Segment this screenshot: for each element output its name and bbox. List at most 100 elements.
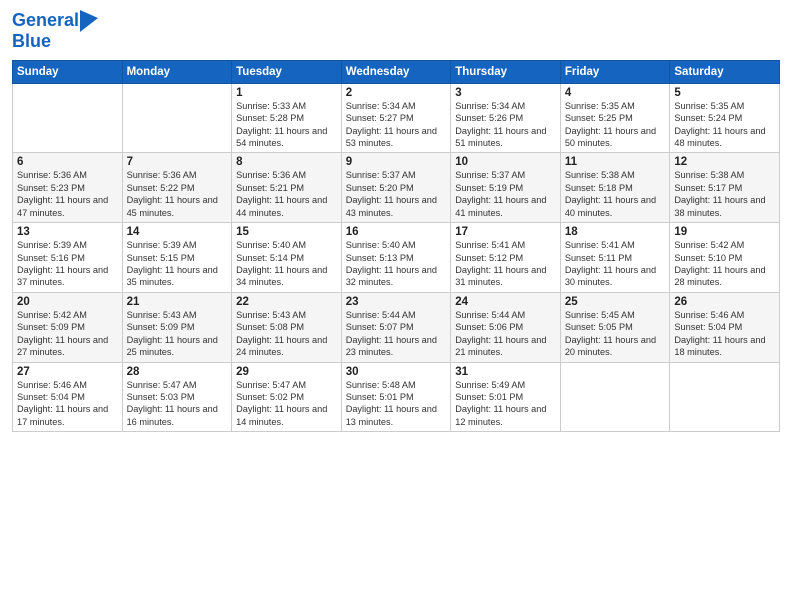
calendar-cell: 1Sunrise: 5:33 AM Sunset: 5:28 PM Daylig… bbox=[232, 83, 342, 153]
day-info: Sunrise: 5:42 AM Sunset: 5:10 PM Dayligh… bbox=[674, 239, 775, 289]
week-row-1: 1Sunrise: 5:33 AM Sunset: 5:28 PM Daylig… bbox=[13, 83, 780, 153]
header: General Blue bbox=[12, 10, 780, 52]
logo-text2: Blue bbox=[12, 32, 98, 52]
day-info: Sunrise: 5:47 AM Sunset: 5:02 PM Dayligh… bbox=[236, 379, 337, 429]
day-info: Sunrise: 5:36 AM Sunset: 5:23 PM Dayligh… bbox=[17, 169, 118, 219]
day-info: Sunrise: 5:44 AM Sunset: 5:07 PM Dayligh… bbox=[346, 309, 447, 359]
calendar-cell: 26Sunrise: 5:46 AM Sunset: 5:04 PM Dayli… bbox=[670, 292, 780, 362]
day-number: 14 bbox=[127, 226, 228, 238]
day-info: Sunrise: 5:46 AM Sunset: 5:04 PM Dayligh… bbox=[17, 379, 118, 429]
day-number: 30 bbox=[346, 366, 447, 378]
day-number: 5 bbox=[674, 87, 775, 99]
calendar-cell: 25Sunrise: 5:45 AM Sunset: 5:05 PM Dayli… bbox=[560, 292, 670, 362]
day-info: Sunrise: 5:41 AM Sunset: 5:12 PM Dayligh… bbox=[455, 239, 556, 289]
calendar-cell: 17Sunrise: 5:41 AM Sunset: 5:12 PM Dayli… bbox=[451, 223, 561, 293]
day-info: Sunrise: 5:34 AM Sunset: 5:26 PM Dayligh… bbox=[455, 100, 556, 150]
day-number: 13 bbox=[17, 226, 118, 238]
day-number: 6 bbox=[17, 156, 118, 168]
day-info: Sunrise: 5:35 AM Sunset: 5:24 PM Dayligh… bbox=[674, 100, 775, 150]
day-number: 16 bbox=[346, 226, 447, 238]
logo-icon bbox=[80, 10, 98, 32]
day-number: 9 bbox=[346, 156, 447, 168]
weekday-header-thursday: Thursday bbox=[451, 60, 561, 83]
day-number: 23 bbox=[346, 296, 447, 308]
day-info: Sunrise: 5:47 AM Sunset: 5:03 PM Dayligh… bbox=[127, 379, 228, 429]
day-number: 17 bbox=[455, 226, 556, 238]
weekday-header-row: SundayMondayTuesdayWednesdayThursdayFrid… bbox=[13, 60, 780, 83]
day-number: 11 bbox=[565, 156, 666, 168]
day-number: 22 bbox=[236, 296, 337, 308]
calendar-cell: 8Sunrise: 5:36 AM Sunset: 5:21 PM Daylig… bbox=[232, 153, 342, 223]
day-number: 15 bbox=[236, 226, 337, 238]
day-info: Sunrise: 5:46 AM Sunset: 5:04 PM Dayligh… bbox=[674, 309, 775, 359]
weekday-header-sunday: Sunday bbox=[13, 60, 123, 83]
calendar-cell: 13Sunrise: 5:39 AM Sunset: 5:16 PM Dayli… bbox=[13, 223, 123, 293]
calendar-cell: 19Sunrise: 5:42 AM Sunset: 5:10 PM Dayli… bbox=[670, 223, 780, 293]
day-number: 18 bbox=[565, 226, 666, 238]
calendar-cell bbox=[670, 362, 780, 432]
day-info: Sunrise: 5:42 AM Sunset: 5:09 PM Dayligh… bbox=[17, 309, 118, 359]
calendar-cell: 9Sunrise: 5:37 AM Sunset: 5:20 PM Daylig… bbox=[341, 153, 451, 223]
calendar-cell: 29Sunrise: 5:47 AM Sunset: 5:02 PM Dayli… bbox=[232, 362, 342, 432]
day-info: Sunrise: 5:44 AM Sunset: 5:06 PM Dayligh… bbox=[455, 309, 556, 359]
calendar-cell: 14Sunrise: 5:39 AM Sunset: 5:15 PM Dayli… bbox=[122, 223, 232, 293]
day-number: 31 bbox=[455, 366, 556, 378]
day-number: 12 bbox=[674, 156, 775, 168]
day-info: Sunrise: 5:48 AM Sunset: 5:01 PM Dayligh… bbox=[346, 379, 447, 429]
calendar-cell: 21Sunrise: 5:43 AM Sunset: 5:09 PM Dayli… bbox=[122, 292, 232, 362]
weekday-header-monday: Monday bbox=[122, 60, 232, 83]
day-number: 8 bbox=[236, 156, 337, 168]
day-number: 21 bbox=[127, 296, 228, 308]
day-number: 4 bbox=[565, 87, 666, 99]
calendar-cell: 20Sunrise: 5:42 AM Sunset: 5:09 PM Dayli… bbox=[13, 292, 123, 362]
day-info: Sunrise: 5:38 AM Sunset: 5:18 PM Dayligh… bbox=[565, 169, 666, 219]
calendar-cell bbox=[560, 362, 670, 432]
day-info: Sunrise: 5:33 AM Sunset: 5:28 PM Dayligh… bbox=[236, 100, 337, 150]
calendar-cell: 27Sunrise: 5:46 AM Sunset: 5:04 PM Dayli… bbox=[13, 362, 123, 432]
day-number: 25 bbox=[565, 296, 666, 308]
weekday-header-saturday: Saturday bbox=[670, 60, 780, 83]
week-row-2: 6Sunrise: 5:36 AM Sunset: 5:23 PM Daylig… bbox=[13, 153, 780, 223]
day-info: Sunrise: 5:49 AM Sunset: 5:01 PM Dayligh… bbox=[455, 379, 556, 429]
day-number: 10 bbox=[455, 156, 556, 168]
calendar-cell: 23Sunrise: 5:44 AM Sunset: 5:07 PM Dayli… bbox=[341, 292, 451, 362]
calendar-cell: 31Sunrise: 5:49 AM Sunset: 5:01 PM Dayli… bbox=[451, 362, 561, 432]
calendar-cell bbox=[13, 83, 123, 153]
week-row-4: 20Sunrise: 5:42 AM Sunset: 5:09 PM Dayli… bbox=[13, 292, 780, 362]
day-info: Sunrise: 5:40 AM Sunset: 5:14 PM Dayligh… bbox=[236, 239, 337, 289]
day-info: Sunrise: 5:39 AM Sunset: 5:16 PM Dayligh… bbox=[17, 239, 118, 289]
calendar-cell: 16Sunrise: 5:40 AM Sunset: 5:13 PM Dayli… bbox=[341, 223, 451, 293]
day-info: Sunrise: 5:38 AM Sunset: 5:17 PM Dayligh… bbox=[674, 169, 775, 219]
day-info: Sunrise: 5:40 AM Sunset: 5:13 PM Dayligh… bbox=[346, 239, 447, 289]
calendar-cell: 30Sunrise: 5:48 AM Sunset: 5:01 PM Dayli… bbox=[341, 362, 451, 432]
calendar-cell: 28Sunrise: 5:47 AM Sunset: 5:03 PM Dayli… bbox=[122, 362, 232, 432]
day-number: 20 bbox=[17, 296, 118, 308]
day-info: Sunrise: 5:43 AM Sunset: 5:08 PM Dayligh… bbox=[236, 309, 337, 359]
day-number: 1 bbox=[236, 87, 337, 99]
day-number: 3 bbox=[455, 87, 556, 99]
calendar-cell: 11Sunrise: 5:38 AM Sunset: 5:18 PM Dayli… bbox=[560, 153, 670, 223]
day-info: Sunrise: 5:45 AM Sunset: 5:05 PM Dayligh… bbox=[565, 309, 666, 359]
calendar-cell: 3Sunrise: 5:34 AM Sunset: 5:26 PM Daylig… bbox=[451, 83, 561, 153]
calendar-cell: 7Sunrise: 5:36 AM Sunset: 5:22 PM Daylig… bbox=[122, 153, 232, 223]
logo: General Blue bbox=[12, 10, 98, 52]
day-number: 27 bbox=[17, 366, 118, 378]
calendar-cell: 24Sunrise: 5:44 AM Sunset: 5:06 PM Dayli… bbox=[451, 292, 561, 362]
day-number: 24 bbox=[455, 296, 556, 308]
day-number: 29 bbox=[236, 366, 337, 378]
calendar-cell: 4Sunrise: 5:35 AM Sunset: 5:25 PM Daylig… bbox=[560, 83, 670, 153]
weekday-header-wednesday: Wednesday bbox=[341, 60, 451, 83]
week-row-5: 27Sunrise: 5:46 AM Sunset: 5:04 PM Dayli… bbox=[13, 362, 780, 432]
calendar-cell: 2Sunrise: 5:34 AM Sunset: 5:27 PM Daylig… bbox=[341, 83, 451, 153]
day-number: 19 bbox=[674, 226, 775, 238]
day-info: Sunrise: 5:39 AM Sunset: 5:15 PM Dayligh… bbox=[127, 239, 228, 289]
day-info: Sunrise: 5:37 AM Sunset: 5:19 PM Dayligh… bbox=[455, 169, 556, 219]
day-info: Sunrise: 5:34 AM Sunset: 5:27 PM Dayligh… bbox=[346, 100, 447, 150]
logo-text: General bbox=[12, 11, 79, 31]
day-info: Sunrise: 5:36 AM Sunset: 5:21 PM Dayligh… bbox=[236, 169, 337, 219]
day-info: Sunrise: 5:37 AM Sunset: 5:20 PM Dayligh… bbox=[346, 169, 447, 219]
calendar-cell: 22Sunrise: 5:43 AM Sunset: 5:08 PM Dayli… bbox=[232, 292, 342, 362]
calendar-cell bbox=[122, 83, 232, 153]
calendar-table: SundayMondayTuesdayWednesdayThursdayFrid… bbox=[12, 60, 780, 432]
day-info: Sunrise: 5:35 AM Sunset: 5:25 PM Dayligh… bbox=[565, 100, 666, 150]
